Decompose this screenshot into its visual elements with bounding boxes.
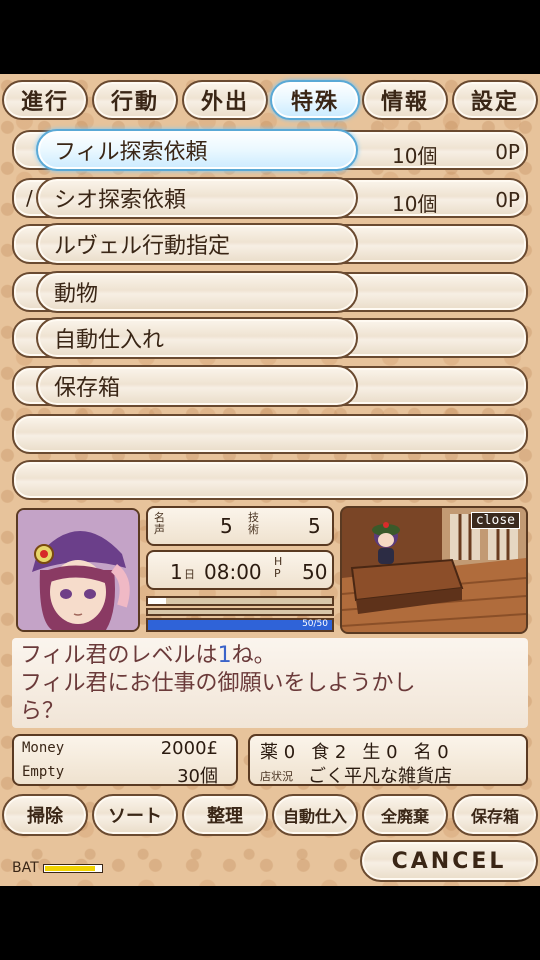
battery-fill bbox=[44, 865, 96, 871]
menu-item-label: ルヴェル行動指定 bbox=[54, 234, 231, 259]
money-value: 2000£ bbox=[160, 738, 218, 759]
auto-stock-button[interactable]: 自動仕入 bbox=[272, 794, 358, 836]
menu-item-animals[interactable]: 動物 bbox=[36, 271, 358, 313]
character-portrait bbox=[16, 508, 140, 632]
tab-progress[interactable]: 進行 bbox=[2, 80, 88, 120]
empty-value: 30個 bbox=[177, 766, 218, 787]
empty-label: Empty bbox=[22, 764, 65, 780]
hp-value: 50 bbox=[302, 560, 328, 584]
row-edge-text: / bbox=[26, 186, 33, 210]
game-screen: 進行 行動 外出 特殊 情報 設定 / フィル探索依頼 10個 0P シオ探索依… bbox=[0, 74, 540, 886]
menu-item-fil-search[interactable]: フィル探索依頼 bbox=[36, 129, 358, 171]
life-count: 生 0 bbox=[362, 742, 398, 763]
list-row bbox=[12, 414, 528, 454]
exp-bar-2 bbox=[146, 608, 334, 616]
dialog-line-3: ら？ bbox=[20, 699, 65, 724]
hp-bar: 50/50 bbox=[146, 618, 334, 632]
menu-item-storage-box[interactable]: 保存箱 bbox=[36, 365, 358, 407]
day-value: 1 bbox=[170, 560, 183, 584]
list-row bbox=[12, 460, 528, 500]
storage-box-button[interactable]: 保存箱 bbox=[452, 794, 538, 836]
organize-button[interactable]: 整理 bbox=[182, 794, 268, 836]
fame-skill-box: 名声 5 技術 5 bbox=[146, 506, 334, 546]
dialog-line-2: フィル君にお仕事の御願いをしようかし bbox=[20, 671, 416, 696]
menu-item-label: 自動仕入れ bbox=[54, 328, 165, 353]
dialog-box: フィル君のレベルは1ね。 フィル君にお仕事の御願いをしようかし ら？ bbox=[12, 638, 528, 728]
inventory-counts: 薬 0 食 2 生 0 名 0 bbox=[260, 738, 449, 764]
exp-fill bbox=[148, 598, 167, 604]
clock-time: 08:00 bbox=[204, 560, 262, 584]
dialog-line-1: フィル君のレベルは1ね。 bbox=[20, 642, 520, 670]
money-panel: Money 2000£ Empty 30個 bbox=[12, 734, 238, 787]
money-label: Money bbox=[22, 740, 65, 756]
menu-item-qty: 10個 bbox=[392, 192, 438, 216]
menu-item-points: 0P bbox=[495, 140, 520, 164]
fame-value: 5 bbox=[220, 514, 233, 538]
time-hp-box: 1 日 08:00 HP 50 bbox=[146, 550, 334, 590]
discard-all-button[interactable]: 全廃棄 bbox=[362, 794, 448, 836]
battery-label: BAT bbox=[12, 860, 39, 876]
scene-view: close bbox=[340, 506, 528, 634]
portrait-image bbox=[18, 510, 138, 630]
fame-label: 名声 bbox=[154, 511, 165, 536]
shop-status-label: 店状況 bbox=[260, 770, 293, 783]
menu-item-auto-stock[interactable]: 自動仕入れ bbox=[36, 317, 358, 359]
name-count: 名 0 bbox=[413, 742, 449, 763]
cancel-button[interactable]: CANCEL bbox=[360, 840, 538, 882]
sort-button[interactable]: ソート bbox=[92, 794, 178, 836]
tab-outing[interactable]: 外出 bbox=[182, 80, 268, 120]
dialog-level-number: 1 bbox=[217, 643, 232, 668]
menu-item-qty: 10個 bbox=[392, 144, 438, 168]
battery-bar bbox=[42, 863, 103, 873]
medicine-count: 薬 0 bbox=[260, 742, 296, 763]
inventory-panel: 薬 0 食 2 生 0 名 0 店状況 ごく平凡な雑貨店 bbox=[248, 734, 528, 787]
hp-bar-text: 50/50 bbox=[302, 619, 328, 629]
clean-button[interactable]: 掃除 bbox=[2, 794, 88, 836]
menu-item-points: 0P bbox=[495, 188, 520, 212]
day-unit: 日 bbox=[184, 568, 195, 581]
tab-special[interactable]: 特殊 bbox=[270, 80, 360, 120]
skill-label: 技術 bbox=[248, 511, 259, 536]
dialog-text: フィル君のレベルは bbox=[20, 643, 218, 668]
skill-value: 5 bbox=[308, 514, 321, 538]
menu-item-label: フィル探索依頼 bbox=[54, 140, 208, 165]
menu-item-label: シオ探索依頼 bbox=[54, 188, 187, 213]
hp-label: HP bbox=[274, 555, 283, 580]
tab-settings[interactable]: 設定 bbox=[452, 80, 538, 120]
food-count: 食 2 bbox=[311, 742, 347, 763]
menu-item-ruvel-orders[interactable]: ルヴェル行動指定 bbox=[36, 223, 358, 265]
close-button[interactable]: close bbox=[470, 512, 520, 529]
exp-bar bbox=[146, 596, 334, 606]
menu-item-label: 保存箱 bbox=[54, 376, 121, 401]
shop-status-value: ごく平凡な雑貨店 bbox=[308, 766, 452, 787]
tab-info[interactable]: 情報 bbox=[362, 80, 448, 120]
menu-item-shio-search[interactable]: シオ探索依頼 bbox=[36, 177, 358, 219]
battery-indicator: BAT bbox=[12, 860, 103, 876]
tab-action[interactable]: 行動 bbox=[92, 80, 178, 120]
menu-item-label: 動物 bbox=[54, 282, 99, 307]
dialog-text: ね。 bbox=[231, 643, 276, 668]
